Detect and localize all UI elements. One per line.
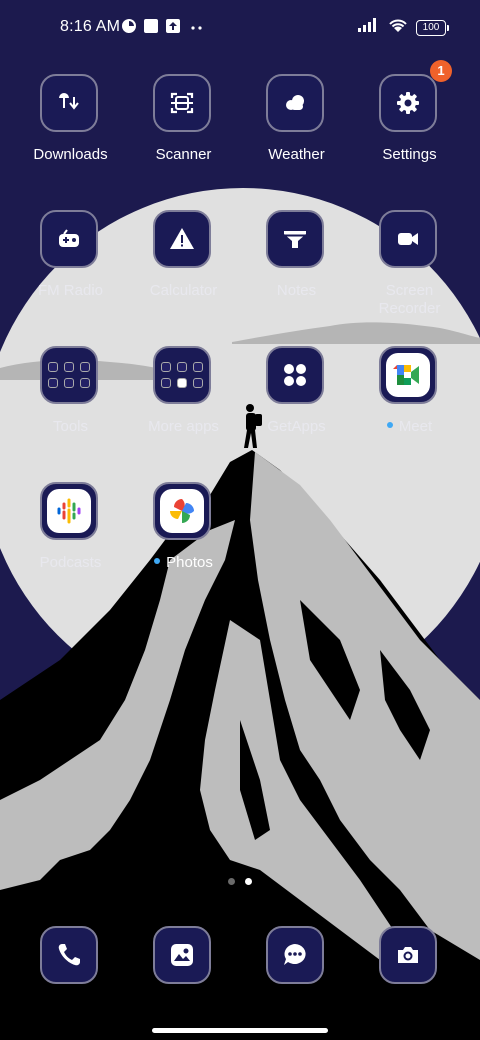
folder-mini-icon bbox=[80, 362, 90, 372]
app-label-meet-container: Meet bbox=[353, 418, 466, 436]
page-dot-2[interactable] bbox=[245, 878, 252, 885]
square-notification-icon bbox=[143, 18, 159, 39]
folder-more-apps[interactable]: More apps bbox=[127, 346, 240, 456]
app-label-screen-recorder-line1: Screen bbox=[385, 282, 434, 299]
folder-mini-icon bbox=[177, 378, 187, 388]
upload-notification-icon bbox=[165, 18, 181, 39]
settings-notification-badge: 1 bbox=[430, 60, 452, 82]
status-time: 8:16 AM bbox=[60, 18, 121, 35]
wifi-icon bbox=[388, 17, 408, 38]
folder-tools[interactable]: Tools bbox=[14, 346, 127, 456]
app-label-screen-recorder: Screen Recorder bbox=[353, 282, 466, 318]
new-app-dot bbox=[154, 558, 161, 565]
app-label-meet: Meet bbox=[398, 418, 433, 435]
tools-folder-icon bbox=[40, 346, 98, 404]
app-label-downloads: Downloads bbox=[33, 146, 108, 163]
app-downloads[interactable]: Downloads bbox=[14, 74, 127, 184]
photos-icon-tile bbox=[160, 489, 204, 533]
more-apps-folder-grid bbox=[161, 362, 203, 388]
podcasts-icon-tile bbox=[47, 489, 91, 533]
gallery-icon bbox=[171, 944, 193, 966]
app-label-photos: Photos bbox=[166, 554, 213, 571]
dock-phone-button[interactable] bbox=[40, 926, 98, 984]
folder-mini-icon bbox=[64, 362, 74, 372]
more-dots-icon bbox=[190, 20, 204, 38]
folder-mini-icon bbox=[161, 362, 171, 372]
status-right-group: 100 bbox=[358, 17, 449, 38]
app-fm-radio[interactable]: FM Radio bbox=[14, 210, 127, 320]
app-label-notes: Notes bbox=[276, 282, 317, 299]
settings-gear-icon bbox=[379, 74, 437, 132]
signal-icon bbox=[358, 18, 380, 37]
photos-icon bbox=[153, 482, 211, 540]
weather-icon bbox=[266, 74, 324, 132]
home-gesture-bar[interactable] bbox=[152, 1028, 328, 1033]
page-indicator bbox=[0, 878, 480, 885]
dock-camera-button[interactable] bbox=[379, 926, 437, 984]
page-dot-1[interactable] bbox=[228, 878, 235, 885]
dock-gallery-button[interactable] bbox=[153, 926, 211, 984]
dock-messages-button[interactable] bbox=[266, 926, 324, 984]
podcasts-icon bbox=[40, 482, 98, 540]
app-label-screen-recorder-line2: Recorder bbox=[378, 300, 441, 317]
app-label-photos-container: Photos bbox=[127, 554, 240, 572]
folder-mini-icon bbox=[64, 378, 74, 388]
app-label-podcasts: Podcasts bbox=[39, 554, 102, 571]
phone-icon bbox=[58, 944, 80, 966]
downloads-icon bbox=[40, 74, 98, 132]
app-calculator[interactable]: Calculator bbox=[127, 210, 240, 320]
data-saver-icon bbox=[121, 18, 137, 39]
app-label-getapps: GetApps bbox=[267, 418, 326, 435]
app-settings[interactable]: Settings bbox=[353, 74, 466, 184]
app-label-settings: Settings bbox=[382, 146, 437, 163]
app-label-fm-radio: FM Radio bbox=[37, 282, 104, 299]
battery-icon: 100 bbox=[416, 19, 449, 36]
folder-mini-icon bbox=[48, 362, 58, 372]
app-label-weather: Weather bbox=[268, 146, 325, 163]
notes-icon bbox=[266, 210, 324, 268]
folder-mini-icon bbox=[193, 362, 203, 372]
app-label-calculator: Calculator bbox=[149, 282, 218, 299]
fm-radio-icon bbox=[40, 210, 98, 268]
folder-mini-icon bbox=[161, 378, 171, 388]
meet-icon-tile bbox=[386, 353, 430, 397]
folder-mini-icon bbox=[177, 362, 187, 372]
meet-icon bbox=[379, 346, 437, 404]
app-weather[interactable]: Weather bbox=[240, 74, 353, 184]
app-photos[interactable]: Photos bbox=[127, 482, 240, 592]
app-getapps[interactable]: GetApps bbox=[240, 346, 353, 456]
app-notes[interactable]: Notes bbox=[240, 210, 353, 320]
folder-mini-icon bbox=[193, 378, 203, 388]
folder-mini-icon bbox=[48, 378, 58, 388]
app-podcasts[interactable]: Podcasts bbox=[14, 482, 127, 592]
new-app-dot bbox=[386, 422, 393, 429]
status-bar: 8:16 AM 100 bbox=[0, 0, 480, 56]
app-label-tools: Tools bbox=[52, 418, 89, 435]
getapps-icon bbox=[266, 346, 324, 404]
app-meet[interactable]: Meet bbox=[353, 346, 466, 456]
tools-folder-grid bbox=[48, 362, 90, 388]
messages-icon bbox=[284, 944, 306, 965]
app-scanner[interactable]: Scanner bbox=[127, 74, 240, 184]
app-label-more-apps: More apps bbox=[148, 418, 219, 435]
more-apps-folder-icon bbox=[153, 346, 211, 404]
calculator-icon bbox=[153, 210, 211, 268]
folder-mini-icon bbox=[80, 378, 90, 388]
scanner-icon bbox=[153, 74, 211, 132]
home-screen: 8:16 AM 100 Downloads Scanner Weather Se… bbox=[0, 0, 480, 1040]
app-label-scanner: Scanner bbox=[155, 146, 212, 163]
screen-recorder-icon bbox=[379, 210, 437, 268]
app-screen-recorder[interactable]: Screen Recorder bbox=[353, 210, 466, 320]
camera-icon bbox=[398, 947, 418, 963]
